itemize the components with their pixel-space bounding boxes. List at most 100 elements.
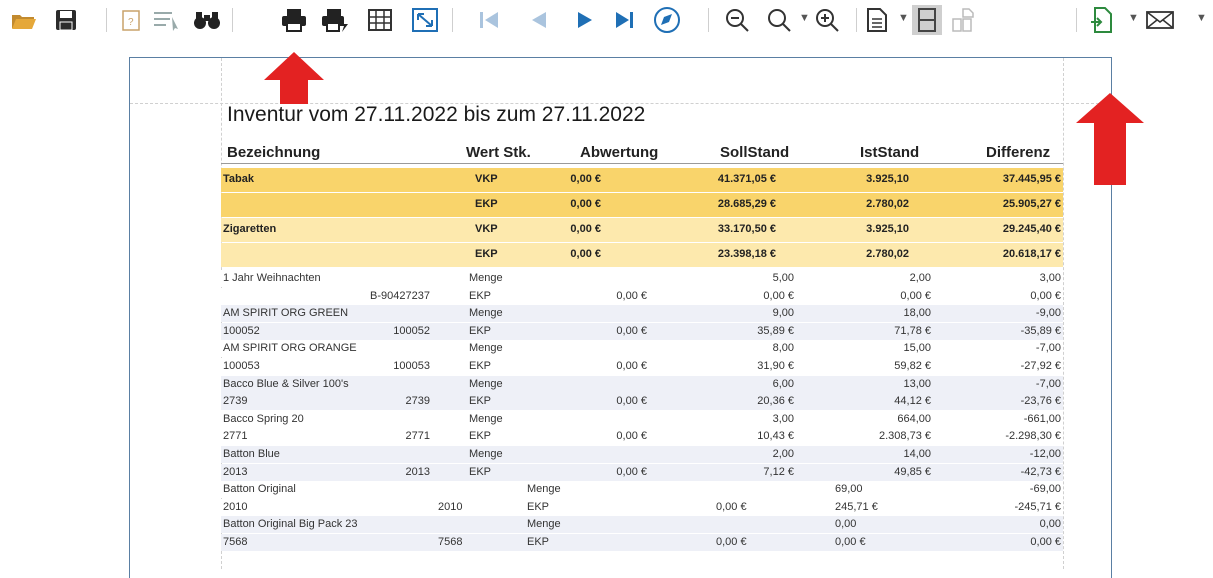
page-setup-dropdown-arrow-icon[interactable]: ▼ <box>898 12 909 24</box>
open-folder-icon[interactable] <box>8 6 40 34</box>
cell-differenz: 0,00 € <box>1030 536 1061 548</box>
margin-guide <box>1063 58 1064 569</box>
table-row: Bacco Blue & Silver 100's Menge 6,00 13,00 -… <box>221 375 1063 393</box>
cell-differenz: -42,73 € <box>1020 465 1061 478</box>
group-differenz: 37.445,95 € <box>1002 173 1061 185</box>
cell-sollstand: 69,00 <box>835 483 863 496</box>
cell-sollstand: 20,36 € <box>757 395 794 408</box>
binoculars-icon[interactable] <box>190 6 224 34</box>
svg-text:?: ? <box>128 17 134 28</box>
first-page-icon[interactable] <box>474 6 504 34</box>
cell-number: 2013 <box>405 465 430 478</box>
cell-differenz: -245,71 € <box>1014 500 1061 513</box>
table-row: AM SPIRIT ORG GREEN Menge 9,00 18,00 -9,00 <box>221 305 1063 323</box>
zoom-out-icon[interactable] <box>722 6 752 34</box>
cell-differenz: 0,00 € <box>1030 289 1061 302</box>
cell-iststand: 44,12 € <box>894 395 931 408</box>
group-sollstand: 28.685,29 € <box>717 198 776 210</box>
cell-differenz: -35,89 € <box>1020 324 1061 337</box>
clipboard-icon[interactable]: ? <box>118 6 144 34</box>
cell-abwertung: 0,00 € <box>616 465 647 478</box>
cell-iststand: 13,00 <box>903 377 931 390</box>
cell-iststand: 18,00 <box>903 307 931 320</box>
cell-unit: EKP <box>469 289 492 302</box>
save-icon[interactable] <box>52 6 80 34</box>
cell-iststand: 71,78 € <box>894 324 931 337</box>
single-page-icon[interactable] <box>912 5 942 35</box>
cell-abwertung: 0,00 € <box>616 289 647 302</box>
zoom-in-icon[interactable] <box>812 6 842 34</box>
column-header-iststand: IstStand <box>860 144 920 161</box>
cell-iststand: 2.308,73 € <box>879 430 931 443</box>
group-iststand: 3.925,10 <box>866 173 909 185</box>
group-differenz: 20.618,17 € <box>1002 248 1061 260</box>
cell-name: 7568 <box>223 536 248 548</box>
next-page-icon[interactable] <box>570 6 600 34</box>
cell-unit: EKP <box>527 500 550 513</box>
table-row: 1 Jahr Weihnachten Menge 5,00 2,00 3,00 <box>221 270 1063 287</box>
email-dropdown-arrow-icon[interactable]: ▼ <box>1196 12 1207 24</box>
cell-unit: Menge <box>527 483 561 496</box>
cell-name: 1 Jahr Weihnachten <box>223 272 321 284</box>
header-divider <box>221 163 1063 164</box>
toolbar-separator <box>1076 8 1077 32</box>
cell-name: 100053 <box>223 360 260 372</box>
cell-iststand: 0,00 € <box>900 289 931 302</box>
print-icon[interactable] <box>278 6 310 34</box>
fit-page-icon[interactable] <box>408 6 442 34</box>
cell-sollstand: 35,89 € <box>757 324 794 337</box>
cell-differenz: -27,92 € <box>1020 360 1061 372</box>
cell-number: 2739 <box>405 395 430 408</box>
email-icon[interactable] <box>1142 6 1178 34</box>
cell-differenz: -69,00 <box>1029 483 1061 496</box>
group-name: Tabak <box>223 173 254 185</box>
group-name: Zigaretten <box>223 223 277 235</box>
table-row: B-90427237 EKP 0,00 € 0,00 € 0,00 € 0,00 € <box>221 287 1063 305</box>
quick-print-icon[interactable] <box>318 6 352 34</box>
cell-unit: EKP <box>527 536 550 548</box>
cell-sollstand: 245,71 € <box>835 500 878 513</box>
cell-name: AM SPIRIT ORG GREEN <box>223 307 349 320</box>
report-title: Inventur vom 27.11.2022 bis zum 27.11.20… <box>227 103 646 126</box>
table-row: Batton Original Big Pack 23 Menge 0,00 0,00 <box>221 516 1063 534</box>
cell-number: 100053 <box>393 360 430 372</box>
cell-name: AM SPIRIT ORG ORANGE <box>223 342 357 355</box>
table-row: AM SPIRIT ORG ORANGE Menge 8,00 15,00 -7,00 <box>221 340 1063 358</box>
cell-unit: Menge <box>527 518 561 531</box>
annotation-arrow-up-icon <box>264 52 324 104</box>
cell-name: 2771 <box>223 430 248 443</box>
group-iststand: 2.780,02 <box>866 248 909 260</box>
previous-page-icon[interactable] <box>524 6 554 34</box>
cell-differenz: -661,00 <box>1023 412 1061 425</box>
list-edit-icon[interactable] <box>150 6 184 34</box>
cell-differenz: -7,00 <box>1035 377 1061 390</box>
toolbar-separator <box>856 8 857 32</box>
zoom-dropdown-arrow-icon[interactable]: ▼ <box>799 12 810 24</box>
group-sollstand: 41.371,05 € <box>717 173 776 185</box>
cell-abwertung: 0,00 € <box>716 500 747 513</box>
cell-differenz: 3,00 <box>1039 272 1061 284</box>
cell-name: 2739 <box>223 395 248 408</box>
group-differenz: 29.245,40 € <box>1002 223 1061 235</box>
cell-unit: Menge <box>469 412 503 425</box>
navigate-icon[interactable] <box>650 6 684 34</box>
group-iststand: 3.925,10 <box>866 223 909 235</box>
grid-icon[interactable] <box>364 6 396 34</box>
zoom-icon[interactable] <box>764 6 794 34</box>
cell-sollstand: 31,90 € <box>757 360 794 372</box>
page-setup-icon[interactable] <box>862 6 892 34</box>
group-row: EKP 0,00 € 23.398,18 € 2.780,02 20.618,17 € <box>221 243 1063 267</box>
table-row: 2013 2013 EKP 0,00 € 7,12 € 49,85 € -42,73 € <box>221 463 1063 481</box>
export-icon[interactable] <box>1086 6 1116 34</box>
cell-name: Batton Blue <box>223 448 280 460</box>
toolbar-separator <box>452 8 453 32</box>
table-row: 100052 100052 EKP 0,00 € 35,89 € 71,78 € -35,8… <box>221 322 1063 340</box>
export-dropdown-arrow-icon[interactable]: ▼ <box>1128 12 1139 24</box>
cell-number: 100052 <box>393 324 430 337</box>
cell-unit: EKP <box>469 360 492 372</box>
cell-name: Bacco Spring 20 <box>223 412 304 425</box>
group-sollstand: 33.170,50 € <box>717 223 776 235</box>
multi-page-icon[interactable] <box>948 6 978 34</box>
column-header-bezeichnung: Bezeichnung <box>227 144 321 161</box>
last-page-icon[interactable] <box>610 6 640 34</box>
